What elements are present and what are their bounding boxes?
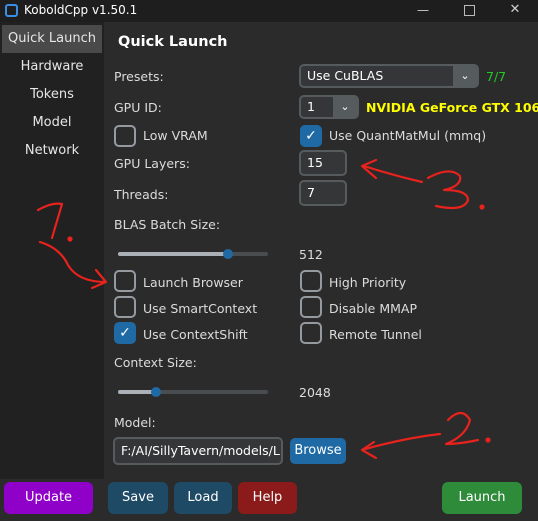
chevron-down-icon: ⌄ <box>333 97 357 117</box>
save-button[interactable]: Save <box>108 482 168 514</box>
contextshift-checkbox[interactable]: ✓ <box>114 322 136 344</box>
context-size-value: 2048 <box>299 385 331 400</box>
smartcontext-label: Use SmartContext <box>143 301 258 316</box>
gpu-layers-input[interactable]: 15 <box>299 150 347 176</box>
blas-batch-fill <box>118 252 228 256</box>
launch-browser-checkbox[interactable] <box>114 270 136 292</box>
sidebar: Quick Launch Hardware Tokens Model Netwo… <box>0 22 104 479</box>
presets-value: Use CuBLAS <box>307 68 384 83</box>
blas-batch-slider[interactable] <box>118 249 268 259</box>
low-vram-label: Low VRAM <box>143 128 208 143</box>
sidebar-item-hardware[interactable]: Hardware <box>0 53 104 81</box>
sidebar-item-tokens[interactable]: Tokens <box>0 81 104 109</box>
sidebar-item-quick-launch[interactable]: Quick Launch <box>2 25 102 53</box>
remote-tunnel-checkbox[interactable] <box>300 322 322 344</box>
remote-tunnel-label: Remote Tunnel <box>329 327 422 342</box>
minimize-icon[interactable]: — <box>400 0 446 22</box>
blas-batch-slider-handle[interactable] <box>222 249 233 259</box>
app-icon <box>5 4 18 17</box>
help-button[interactable]: Help <box>238 482 297 514</box>
threads-input[interactable]: 7 <box>299 180 347 206</box>
page-title: Quick Launch <box>118 34 228 50</box>
sidebar-item-network[interactable]: Network <box>0 137 104 165</box>
browse-button[interactable]: Browse <box>290 438 346 464</box>
context-size-label: Context Size: <box>114 355 197 370</box>
update-button[interactable]: Update <box>4 482 93 514</box>
presets-label: Presets: <box>114 69 164 84</box>
checkmark-icon: ✓ <box>305 128 317 144</box>
high-priority-label: High Priority <box>329 275 407 290</box>
threads-label: Threads: <box>114 187 169 202</box>
title-bar: KoboldCpp v1.50.1 — ✕ <box>0 0 538 22</box>
blas-batch-label: BLAS Batch Size: <box>114 217 221 232</box>
presets-dropdown[interactable]: Use CuBLAS ⌄ <box>299 64 479 88</box>
model-label: Model: <box>114 415 156 430</box>
launch-browser-label: Launch Browser <box>143 275 243 290</box>
disable-mmap-label: Disable MMAP <box>329 301 418 316</box>
high-priority-checkbox[interactable] <box>300 270 322 292</box>
maximize-icon[interactable] <box>446 0 492 22</box>
gpu-id-value: 1 <box>307 99 315 114</box>
smartcontext-checkbox[interactable] <box>114 296 136 318</box>
bottom-bar: Update Save Load Help Launch <box>0 479 538 521</box>
model-path-input[interactable]: F:/AI/SillyTavern/models/LL <box>113 437 283 465</box>
window-title: KoboldCpp v1.50.1 <box>24 3 138 17</box>
context-size-slider-handle[interactable] <box>150 387 161 397</box>
contextshift-label: Use ContextShift <box>143 327 248 342</box>
disable-mmap-checkbox[interactable] <box>300 296 322 318</box>
low-vram-checkbox[interactable] <box>114 125 136 147</box>
quantmatmul-checkbox[interactable]: ✓ <box>300 125 322 147</box>
blas-batch-value: 512 <box>299 247 323 262</box>
context-size-fill <box>118 390 156 394</box>
close-icon[interactable]: ✕ <box>492 0 538 22</box>
chevron-down-icon: ⌄ <box>453 66 477 86</box>
context-size-slider[interactable] <box>118 387 268 397</box>
checkmark-icon: ✓ <box>119 325 131 341</box>
launch-button[interactable]: Launch <box>442 482 522 514</box>
gpu-id-label: GPU ID: <box>114 100 162 115</box>
sidebar-item-model[interactable]: Model <box>0 109 104 137</box>
gpu-layers-label: GPU Layers: <box>114 156 190 171</box>
load-button[interactable]: Load <box>174 482 232 514</box>
gpu-device-name: NVIDIA GeForce GTX 1060 6G <box>366 100 538 115</box>
preset-count: 7/7 <box>486 69 507 84</box>
gpu-id-dropdown[interactable]: 1 ⌄ <box>299 95 359 119</box>
quick-launch-panel: Quick Launch Presets: Use CuBLAS ⌄ 7/7 G… <box>104 22 538 479</box>
quantmatmul-label: Use QuantMatMul (mmq) <box>329 128 487 143</box>
